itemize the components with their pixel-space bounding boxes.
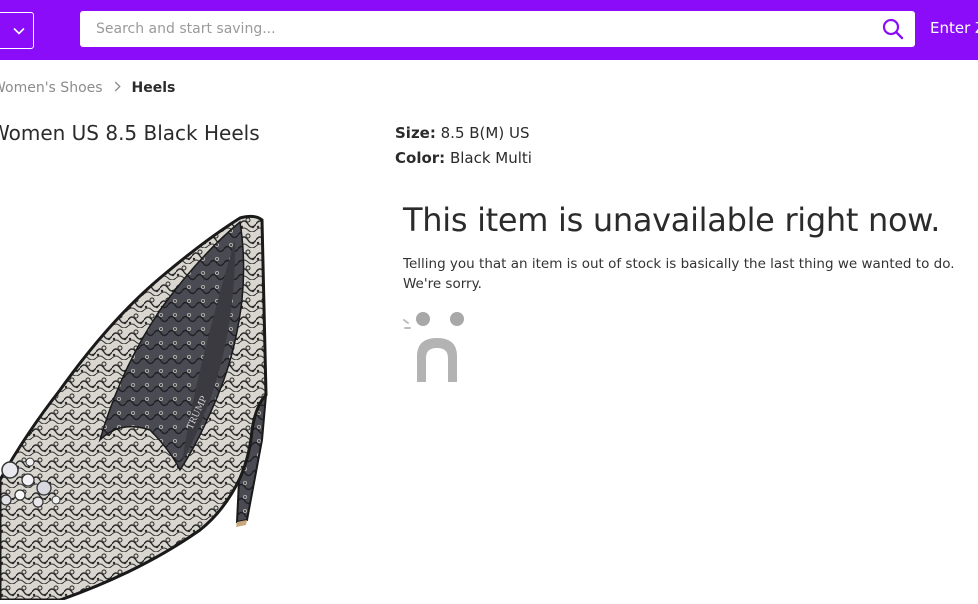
breadcrumb-heels: Heels: [131, 80, 176, 96]
chevron-down-icon: [13, 27, 25, 35]
enter-zip-link[interactable]: Enter Z: [930, 19, 978, 37]
product-image: TRUMP: [0, 200, 290, 602]
color-label: Color:: [395, 149, 446, 167]
size-label: Size:: [395, 124, 436, 142]
breadcrumb: Women's Shoes Heels: [0, 80, 175, 96]
search-input[interactable]: [80, 12, 860, 46]
search-bar: [80, 11, 915, 47]
color-row: Color: Black Multi: [395, 146, 532, 171]
chevron-right-icon: [114, 80, 121, 96]
unavailable-heading: This item is unavailable right now.: [403, 201, 941, 239]
menu-dropdown-button[interactable]: [0, 12, 34, 49]
size-row: Size: 8.5 B(M) US: [395, 121, 532, 146]
unavailable-message: Telling you that an item is out of stock…: [403, 256, 955, 292]
product-specs: Size: 8.5 B(M) US Color: Black Multi: [395, 121, 532, 171]
product-title: Women US 8.5 Black Heels: [0, 121, 260, 145]
breadcrumb-womens-shoes[interactable]: Women's Shoes: [0, 80, 103, 96]
size-value: 8.5 B(M) US: [440, 124, 530, 142]
top-header: Enter Z: [0, 0, 978, 60]
sad-face-icon: [401, 310, 467, 388]
color-value: Black Multi: [449, 149, 532, 167]
search-icon[interactable]: [881, 17, 905, 41]
